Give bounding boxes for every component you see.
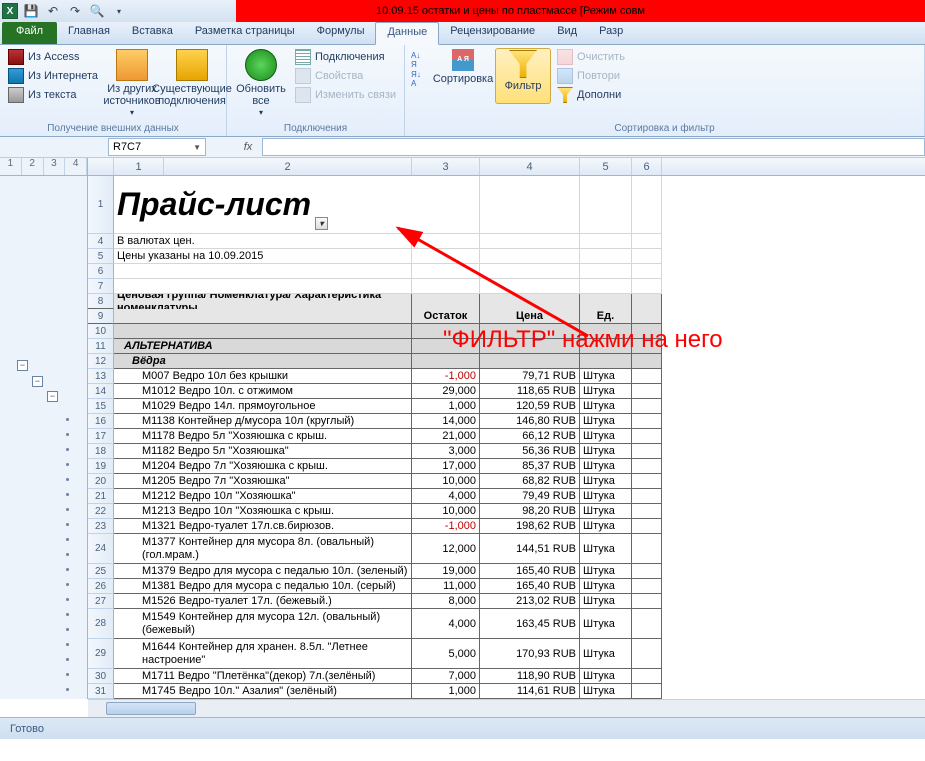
from-web-button[interactable]: Из Интернета (6, 67, 100, 85)
clear-filter-button[interactable]: Очистить (555, 48, 627, 66)
reapply-button[interactable]: Повтори (555, 67, 627, 85)
group-sort-filter: A↓Я Я↓A A Я Сортировка Фильтр Очистить П… (405, 45, 925, 136)
column-headers[interactable]: 1 2 3 4 5 6 (88, 158, 925, 176)
sort-icon: A Я (452, 49, 474, 71)
search-icon[interactable]: 🔍 (88, 2, 106, 20)
horizontal-scrollbar[interactable] (88, 699, 925, 717)
refresh-icon (245, 49, 277, 81)
outline-level-buttons[interactable]: 1234 (0, 158, 87, 176)
outline-collapse-icon[interactable]: − (47, 391, 58, 402)
web-icon (8, 68, 24, 84)
refresh-all-button[interactable]: Обновить все▾ (233, 48, 289, 119)
reapply-icon (557, 68, 573, 84)
sheet-title: Прайс-лист ▾ (114, 176, 412, 234)
table-header-price: Цена (480, 309, 580, 324)
group-label: Получение внешних данных (6, 122, 220, 136)
filter-button[interactable]: Фильтр (495, 48, 551, 104)
table-header-ost: Остаток (412, 309, 480, 324)
undo-icon[interactable]: ↶ (44, 2, 62, 20)
category-row: АЛЬТЕРНАТИВА (114, 339, 412, 354)
save-icon[interactable]: 💾 (22, 2, 40, 20)
connections-button[interactable]: Подключения (293, 48, 398, 66)
from-access-button[interactable]: Из Access (6, 48, 100, 66)
clear-icon (557, 49, 573, 65)
table-row[interactable]: 20М1205 Ведро 7л "Хозяюшка"10,00068,82 R… (88, 474, 925, 489)
tab-home[interactable]: Главная (57, 22, 121, 44)
group-external-data: Из Access Из Интернета Из текста Из друг… (0, 45, 227, 136)
table-row[interactable]: 25М1379 Ведро для мусора с педалью 10л. … (88, 564, 925, 579)
tab-view[interactable]: Вид (546, 22, 588, 44)
table-row[interactable]: 19М1204 Ведро 7л "Хозяюшка с крыш.17,000… (88, 459, 925, 474)
tab-review[interactable]: Рецензирование (439, 22, 546, 44)
edit-links-icon (295, 87, 311, 103)
fx-icon[interactable]: fx (234, 141, 262, 153)
subcategory-row: Вёдра (114, 354, 412, 369)
title-bar: X 💾 ↶ ↷ 🔍 ▾ 10.09.15 остатки и цены по п… (0, 0, 925, 22)
table-row[interactable]: 15М1029 Ведро 14л. прямоугольное1,000120… (88, 399, 925, 414)
table-row[interactable]: 28М1549 Контейнер для мусора 12л. (оваль… (88, 609, 925, 639)
sheet-area: 1234 − − − 1 2 3 4 5 6 (0, 158, 925, 699)
tab-page-layout[interactable]: Разметка страницы (184, 22, 306, 44)
access-icon (8, 49, 24, 65)
outline-rail: 1234 − − − (0, 158, 88, 699)
sort-asc-button[interactable]: A↓Я (411, 52, 431, 68)
group-label: Сортировка и фильтр (411, 122, 918, 136)
annotation-text: "ФИЛЬТР" нажми на него (443, 326, 723, 354)
formula-bar-row: R7C7▼ fx (0, 137, 925, 158)
group-connections: Обновить все▾ Подключения Свойства Измен… (227, 45, 405, 136)
existing-connections-icon (176, 49, 208, 81)
table-row[interactable]: 18М1182 Ведро 5л "Хозяюшка"3,00056,36 RU… (88, 444, 925, 459)
ribbon-tabs: Файл Главная Вставка Разметка страницы Ф… (0, 22, 925, 45)
advanced-icon (557, 87, 573, 103)
text-icon (8, 87, 24, 103)
name-box[interactable]: R7C7▼ (108, 138, 206, 156)
table-row[interactable]: 24М1377 Контейнер для мусора 8л. (овальн… (88, 534, 925, 564)
group-label: Подключения (233, 122, 398, 136)
existing-connections-button[interactable]: Существующие подключения (164, 48, 220, 119)
from-text-button[interactable]: Из текста (6, 86, 100, 104)
properties-icon (295, 68, 311, 84)
window-title: 10.09.15 остатки и цены по пластмассе [Р… (236, 0, 925, 22)
table-row[interactable]: 31М1745 Ведро 10л." Азалия" (зелёный)1,0… (88, 684, 925, 699)
table-row[interactable]: 17М1178 Ведро 5л "Хозяюшка с крыш.21,000… (88, 429, 925, 444)
table-row[interactable]: 14М1012 Ведро 10л. с отжимом29,000118,65… (88, 384, 925, 399)
ribbon: Из Access Из Интернета Из текста Из друг… (0, 45, 925, 137)
excel-icon: X (2, 3, 18, 19)
table-row[interactable]: 22М1213 Ведро 10л "Хозяюшка с крыш.10,00… (88, 504, 925, 519)
table-row[interactable]: 13М007 Ведро 10л без крышки-1,00079,71 R… (88, 369, 925, 384)
table-row[interactable]: 23М1321 Ведро-туалет 17л.св.бирюзов.-1,0… (88, 519, 925, 534)
sort-desc-button[interactable]: Я↓A (411, 71, 431, 87)
other-sources-icon (116, 49, 148, 81)
qat-dropdown-icon[interactable]: ▾ (110, 2, 128, 20)
table-header-name: Ценовая группа/ Номенклатура/ Характерис… (114, 294, 412, 309)
outline-collapse-icon[interactable]: − (17, 360, 28, 371)
properties-button[interactable]: Свойства (293, 67, 398, 85)
grid[interactable]: 1 Прайс-лист ▾ 4 В валютах цен. 5 Цены у… (88, 176, 925, 699)
quick-access-toolbar: X 💾 ↶ ↷ 🔍 ▾ (0, 0, 236, 22)
redo-icon[interactable]: ↷ (66, 2, 84, 20)
table-header-unit: Ед. (580, 309, 632, 324)
outline-collapse-icon[interactable]: − (32, 376, 43, 387)
tab-insert[interactable]: Вставка (121, 22, 184, 44)
table-row[interactable]: 29М1644 Контейнер для хранен. 8.5л. "Лет… (88, 639, 925, 669)
funnel-icon (509, 50, 537, 78)
advanced-filter-button[interactable]: Дополни (555, 86, 627, 104)
formula-input[interactable] (262, 138, 925, 156)
table-row[interactable]: 27М1526 Ведро-туалет 17л. (бежевый.)8,00… (88, 594, 925, 609)
sort-button[interactable]: A Я Сортировка (435, 48, 491, 104)
tab-developer[interactable]: Разр (588, 22, 634, 44)
edit-links-button[interactable]: Изменить связи (293, 86, 398, 104)
connections-icon (295, 49, 311, 65)
table-row[interactable]: 26М1381 Ведро для мусора с педалью 10л. … (88, 579, 925, 594)
table-row[interactable]: 16М1138 Контейнер д/мусора 10л (круглый)… (88, 414, 925, 429)
tab-data[interactable]: Данные (375, 22, 439, 45)
table-row[interactable]: 30М1711 Ведро "Плетёнка"(декор) 7л.(зелё… (88, 669, 925, 684)
tab-formulas[interactable]: Формулы (306, 22, 376, 44)
chevron-down-icon[interactable]: ▼ (193, 143, 201, 152)
title-dropdown-icon[interactable]: ▾ (315, 217, 328, 230)
table-row[interactable]: 21М1212 Ведро 10л "Хозяюшка"4,00079,49 R… (88, 489, 925, 504)
tab-file[interactable]: Файл (2, 22, 57, 44)
status-bar: Готово (0, 717, 925, 739)
